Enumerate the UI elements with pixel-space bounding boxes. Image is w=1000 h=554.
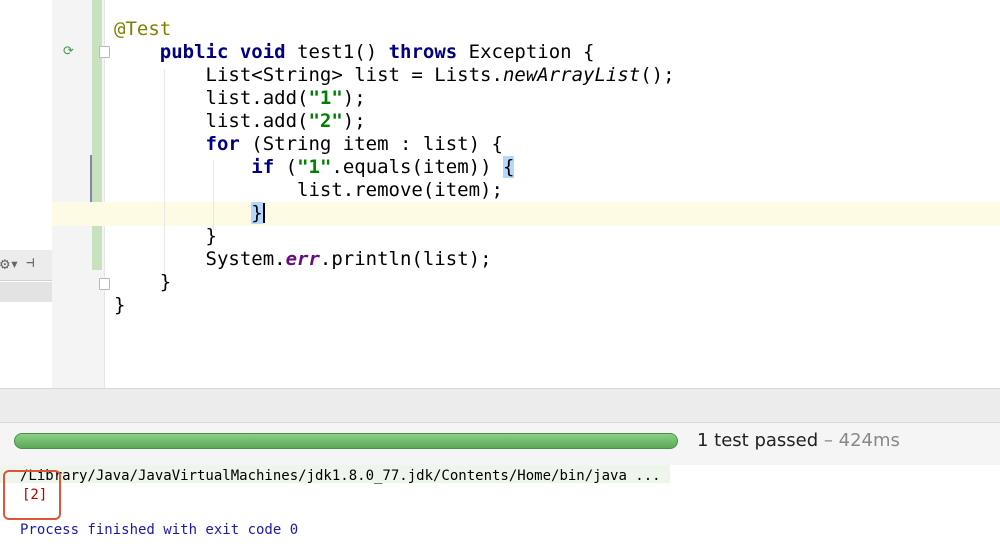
pin-icon[interactable]: ⊣: [26, 255, 34, 271]
code-text: }: [159, 271, 172, 293]
code-text: list.add(: [205, 110, 309, 132]
vcs-change-bar: [92, 0, 102, 270]
highlight-box: [3, 470, 61, 520]
left-tool-strip: [0, 0, 52, 388]
keyword-if: if: [251, 156, 275, 178]
keyword-void: void: [239, 41, 286, 63]
annotation: @Test: [114, 18, 172, 40]
fold-marker-icon[interactable]: [99, 278, 110, 290]
panel-divider[interactable]: [0, 388, 1000, 423]
string-literal: "1": [308, 87, 343, 109]
code-text: );: [342, 110, 366, 132]
string-literal: "1": [297, 156, 332, 178]
test-status: 1 test passed – 424ms: [697, 430, 900, 451]
code-text: }: [114, 294, 126, 316]
static-field: err: [285, 248, 320, 270]
code-text: (String item : list) {: [239, 133, 503, 155]
code-text: list.add(: [205, 87, 309, 109]
test-progress-bar: [14, 433, 678, 449]
process-exit-message: Process finished with exit code 0: [20, 522, 299, 538]
method-name: test1(): [285, 41, 389, 63]
gear-icon[interactable]: ⚙▾: [0, 254, 19, 273]
test-duration: – 424ms: [818, 430, 900, 451]
gutter-separator: [104, 0, 105, 388]
static-method: newArrayList: [502, 64, 641, 86]
text-cursor: [262, 203, 265, 223]
test-progress-fill: [15, 434, 677, 448]
code-text: List<String> list = Lists.: [205, 64, 503, 86]
fold-marker-icon[interactable]: [99, 46, 110, 58]
run-test-icon[interactable]: ⟳: [63, 44, 79, 60]
keyword-throws: throws: [388, 41, 458, 63]
exception-type: Exception {: [457, 41, 595, 63]
code-text: list.remove(item);: [297, 179, 503, 201]
code-editor[interactable]: ⟳ @Test public void test1() throws Excep…: [0, 0, 1000, 388]
matched-brace: }: [251, 202, 263, 224]
string-literal: "2": [308, 110, 343, 132]
code-text: .println(list);: [319, 248, 492, 270]
keyword-public: public: [159, 41, 229, 63]
java-command-line[interactable]: /Library/Java/JavaVirtualMachines/jdk1.8…: [20, 468, 661, 484]
side-panel-header: [0, 282, 52, 302]
test-status-label: 1 test passed: [697, 430, 819, 451]
code-text: }: [205, 225, 217, 247]
side-toolbar: ⚙▾ ⊣: [0, 250, 52, 281]
keyword-for: for: [205, 133, 240, 155]
code-content[interactable]: @Test public void test1() throws Excepti…: [114, 18, 675, 317]
code-text: .equals(item)): [331, 156, 503, 178]
code-text: (: [274, 156, 298, 178]
code-text: ();: [640, 64, 675, 86]
code-text: );: [342, 87, 366, 109]
code-text: System.: [205, 248, 286, 270]
matched-brace: {: [502, 156, 515, 178]
